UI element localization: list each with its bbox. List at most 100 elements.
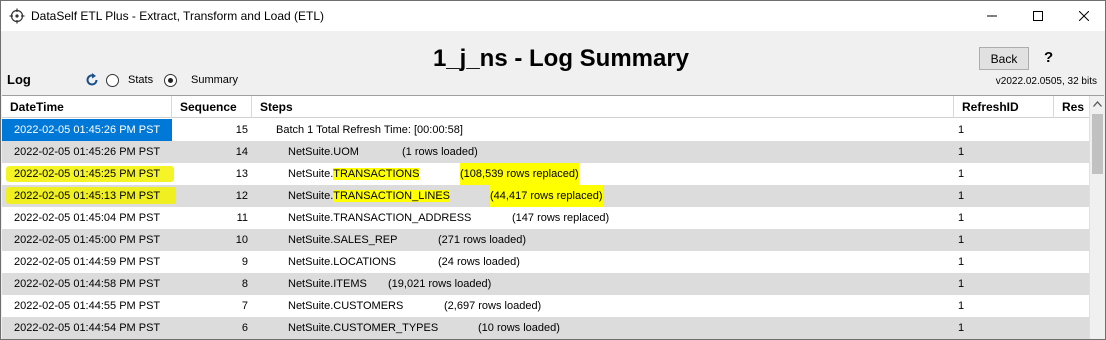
app-window: DataSelf ETL Plus - Extract, Transform a… (0, 0, 1106, 340)
cell-datetime: 2022-02-05 01:45:04 PM PST (14, 212, 161, 224)
cell-res (1054, 207, 1089, 229)
table-row[interactable]: 2022-02-05 01:44:55 PM PST 7 NetSuite.CU… (2, 295, 1089, 317)
step-name: NetSuite.SALES_REP (288, 234, 398, 246)
cell-sequence: 6 (241, 322, 248, 334)
minimize-icon (987, 15, 997, 17)
summary-radio[interactable] (164, 74, 177, 87)
cell-datetime: 2022-02-05 01:45:25 PM PST (14, 168, 161, 180)
cell-datetime: 2022-02-05 01:45:00 PM PST (14, 234, 161, 246)
cell-steps: NetSuite.UOM (1 rows loaded) (252, 141, 954, 163)
cell-refreshid: 1 (958, 256, 965, 268)
table-row[interactable]: 2022-02-05 01:45:25 PM PST 13 NetSuite.T… (2, 163, 1089, 185)
cell-refreshid: 1 (958, 124, 965, 136)
cell-refreshid: 1 (958, 168, 965, 180)
cell-res (1054, 251, 1089, 273)
cell-res (1054, 317, 1089, 339)
cell-datetime: 2022-02-05 01:44:59 PM PST (14, 256, 161, 268)
column-header-steps[interactable]: Steps (252, 96, 954, 118)
step-info: (19,021 rows loaded) (388, 278, 492, 290)
cell-refreshid: 1 (958, 278, 965, 290)
close-button[interactable] (1061, 1, 1105, 31)
app-crosshair-icon (9, 8, 25, 24)
cell-refreshid: 1 (958, 190, 965, 202)
cell-refreshid: 1 (958, 146, 965, 158)
cell-steps: NetSuite.LOCATIONS (24 rows loaded) (252, 251, 954, 273)
cell-steps: NetSuite.CUSTOMERS (2,697 rows loaded) (252, 295, 954, 317)
summary-radio-label[interactable]: Summary (191, 74, 238, 86)
step-table-highlight: TRANSACTION_LINES (333, 190, 450, 202)
cell-res (1054, 273, 1089, 295)
cell-res (1054, 229, 1089, 251)
cell-sequence: 7 (241, 300, 248, 312)
version-label: v2022.02.0505, 32 bits (995, 76, 1097, 87)
cell-datetime: 2022-02-05 01:45:26 PM PST (14, 146, 161, 158)
cell-res (1054, 141, 1089, 163)
cell-datetime: 2022-02-05 01:45:13 PM PST (14, 190, 161, 202)
stats-radio[interactable] (106, 74, 119, 87)
cell-sequence: 14 (235, 146, 248, 158)
cell-sequence: 10 (235, 234, 248, 246)
log-grid[interactable]: DateTime Sequence Steps RefreshID Res 20… (2, 95, 1104, 339)
step-info: (108,539 rows replaced) (460, 163, 579, 185)
step-info: (2,697 rows loaded) (444, 300, 542, 312)
cell-sequence: 12 (235, 190, 248, 202)
step-name: NetSuite.LOCATIONS (288, 256, 396, 268)
cell-datetime: 2022-02-05 01:44:58 PM PST (14, 278, 161, 290)
cell-steps: NetSuite.ITEMS (19,021 rows loaded) (252, 273, 954, 295)
step-info: (1 rows loaded) (402, 146, 478, 158)
table-row[interactable]: 2022-02-05 01:45:13 PM PST 12 NetSuite.T… (2, 185, 1089, 207)
step-name: NetSuite.CUSTOMER_TYPES (288, 322, 439, 334)
table-row[interactable]: 2022-02-05 01:45:04 PM PST 11 NetSuite.T… (2, 207, 1089, 229)
back-button[interactable]: Back (979, 47, 1029, 70)
cell-datetime: 2022-02-05 01:45:26 PM PST (2, 119, 172, 141)
table-row[interactable]: 2022-02-05 01:44:59 PM PST 9 NetSuite.LO… (2, 251, 1089, 273)
table-row[interactable]: 2022-02-05 01:44:54 PM PST 6 NetSuite.CU… (2, 317, 1089, 339)
column-header-sequence[interactable]: Sequence (172, 96, 252, 118)
step-table-highlight: TRANSACTIONS (333, 168, 420, 180)
title-bar[interactable]: DataSelf ETL Plus - Extract, Transform a… (1, 1, 1105, 31)
table-row[interactable]: 2022-02-05 01:45:26 PM PST 14 NetSuite.U… (2, 141, 1089, 163)
page-title: 1_j_ns - Log Summary (432, 45, 690, 72)
table-row[interactable]: 2022-02-05 01:45:00 PM PST 10 NetSuite.S… (2, 229, 1089, 251)
log-label: Log (7, 72, 31, 87)
maximize-icon (1033, 11, 1043, 21)
cell-refreshid: 1 (958, 234, 965, 246)
vertical-scrollbar[interactable] (1089, 96, 1104, 339)
cell-res (1054, 119, 1089, 141)
cell-steps: NetSuite.TRANSACTION_ADDRESS (147 rows r… (252, 207, 954, 229)
step-info: (147 rows replaced) (512, 212, 610, 224)
maximize-button[interactable] (1015, 1, 1061, 31)
cell-sequence: 9 (241, 256, 248, 268)
column-header-res[interactable]: Res (1054, 96, 1089, 118)
cell-sequence: 15 (235, 124, 248, 136)
cell-steps: Batch 1 Total Refresh Time: [00:00:58] (252, 119, 954, 141)
step-name: NetSuite.TRANSACTIONS (288, 163, 420, 185)
scroll-up-button[interactable] (1090, 96, 1104, 112)
cell-refreshid: 1 (958, 212, 965, 224)
stats-radio-label[interactable]: Stats (128, 74, 153, 86)
cell-sequence: 11 (236, 212, 248, 224)
table-row[interactable]: 2022-02-05 01:44:58 PM PST 8 NetSuite.IT… (2, 273, 1089, 295)
scrollbar-thumb[interactable] (1092, 114, 1103, 174)
cell-sequence: 8 (241, 278, 248, 290)
step-name: NetSuite.TRANSACTION_LINES (288, 185, 450, 207)
cell-steps: NetSuite.TRANSACTIONS (108,539 rows repl… (252, 163, 954, 185)
step-info: (24 rows loaded) (438, 256, 520, 268)
column-header-refreshid[interactable]: RefreshID (954, 96, 1054, 118)
cell-datetime: 2022-02-05 01:44:55 PM PST (14, 300, 161, 312)
refresh-icon[interactable] (85, 73, 99, 87)
cell-datetime: 2022-02-05 01:44:54 PM PST (14, 322, 161, 334)
cell-sequence: 13 (235, 168, 248, 180)
cell-steps: NetSuite.TRANSACTION_LINES (44,417 rows … (252, 185, 954, 207)
step-info: (44,417 rows replaced) (490, 185, 603, 207)
step-name: NetSuite.TRANSACTION_ADDRESS (288, 212, 472, 224)
minimize-button[interactable] (969, 1, 1015, 31)
step-name: Batch 1 Total Refresh Time: [00:00:58] (276, 124, 463, 136)
column-header-datetime[interactable]: DateTime (2, 96, 172, 118)
window-title: DataSelf ETL Plus - Extract, Transform a… (31, 9, 325, 23)
cell-steps: NetSuite.SALES_REP (271 rows loaded) (252, 229, 954, 251)
table-row[interactable]: 2022-02-05 01:45:26 PM PST 15 Batch 1 To… (2, 119, 1089, 141)
step-name: NetSuite.ITEMS (288, 278, 367, 290)
help-button[interactable]: ? (1044, 49, 1053, 66)
chevron-up-icon (1093, 101, 1102, 107)
